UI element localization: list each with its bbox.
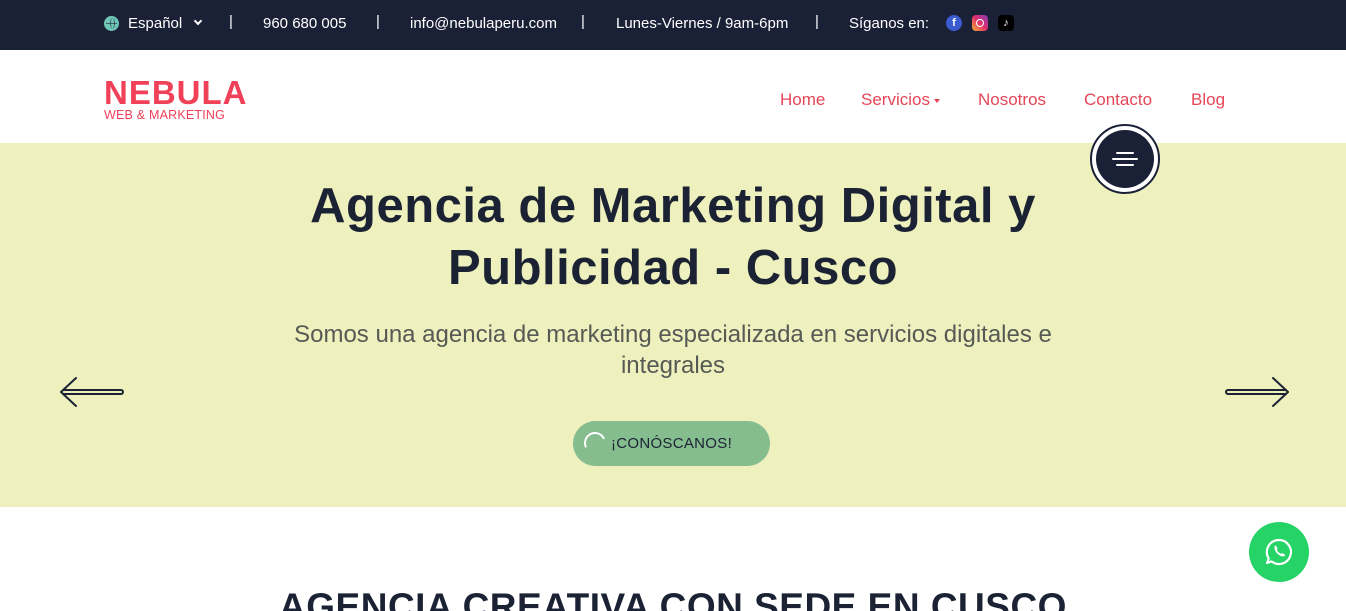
nav-blog[interactable]: Blog (1191, 90, 1225, 110)
section-title: AGENCIA CREATIVA CON SEDE EN CUSCO (279, 586, 1067, 611)
language-selector[interactable]: Español (104, 0, 203, 46)
menu-icon (1096, 130, 1154, 188)
nav-servicios[interactable]: Servicios (861, 90, 940, 110)
cta-label: ¡CONÓSCANOS! (610, 435, 733, 452)
whatsapp-icon (1265, 538, 1293, 566)
follow-label: Síganos en: (849, 14, 930, 32)
prev-arrow-icon[interactable] (58, 375, 126, 409)
hero-title-line2: Publicidad - Cusco (447, 241, 899, 295)
cta-button[interactable]: ¡CONÓSCANOS! (573, 421, 770, 466)
separator: | (581, 13, 585, 30)
social-links: f ♪ (946, 0, 1024, 46)
business-hours: Lunes-Viernes / 9am-6pm (616, 14, 789, 32)
chevron-down-icon (193, 16, 203, 26)
nav-nosotros[interactable]: Nosotros (978, 90, 1046, 110)
separator: | (815, 13, 819, 30)
loading-spinner-icon (580, 428, 610, 458)
nav-home[interactable]: Home (780, 90, 825, 110)
nav-contacto[interactable]: Contacto (1084, 90, 1152, 110)
hero-title: Agencia de Marketing Digital y Publicida… (250, 175, 1096, 299)
top-info-bar: Español | 960 680 005 | info@nebulaperu.… (0, 0, 1346, 50)
brand-name: NEBULA (104, 74, 248, 111)
facebook-icon[interactable]: f (946, 15, 962, 31)
separator: | (376, 13, 380, 30)
next-arrow-icon[interactable] (1223, 375, 1291, 409)
whatsapp-button[interactable] (1249, 522, 1309, 582)
email-link[interactable]: info@nebulaperu.com (410, 0, 557, 46)
brand-logo[interactable]: NEBULA WEB & MARKETING (104, 74, 248, 122)
instagram-icon[interactable] (972, 15, 988, 31)
hero-slider: Agencia de Marketing Digital y Publicida… (0, 143, 1346, 507)
menu-toggle-button[interactable] (1090, 124, 1160, 194)
separator: | (229, 13, 233, 30)
hero-subtitle: Somos una agencia de marketing especiali… (294, 321, 1052, 379)
caret-down-icon (933, 98, 940, 103)
tiktok-icon[interactable]: ♪ (998, 15, 1014, 31)
phone-link[interactable]: 960 680 005 (263, 0, 346, 46)
language-label: Español (128, 14, 183, 32)
hero-title-line1: Agencia de Marketing Digital y (310, 179, 1036, 233)
nav-servicios-label: Servicios (861, 90, 930, 109)
globe-icon (104, 15, 119, 31)
